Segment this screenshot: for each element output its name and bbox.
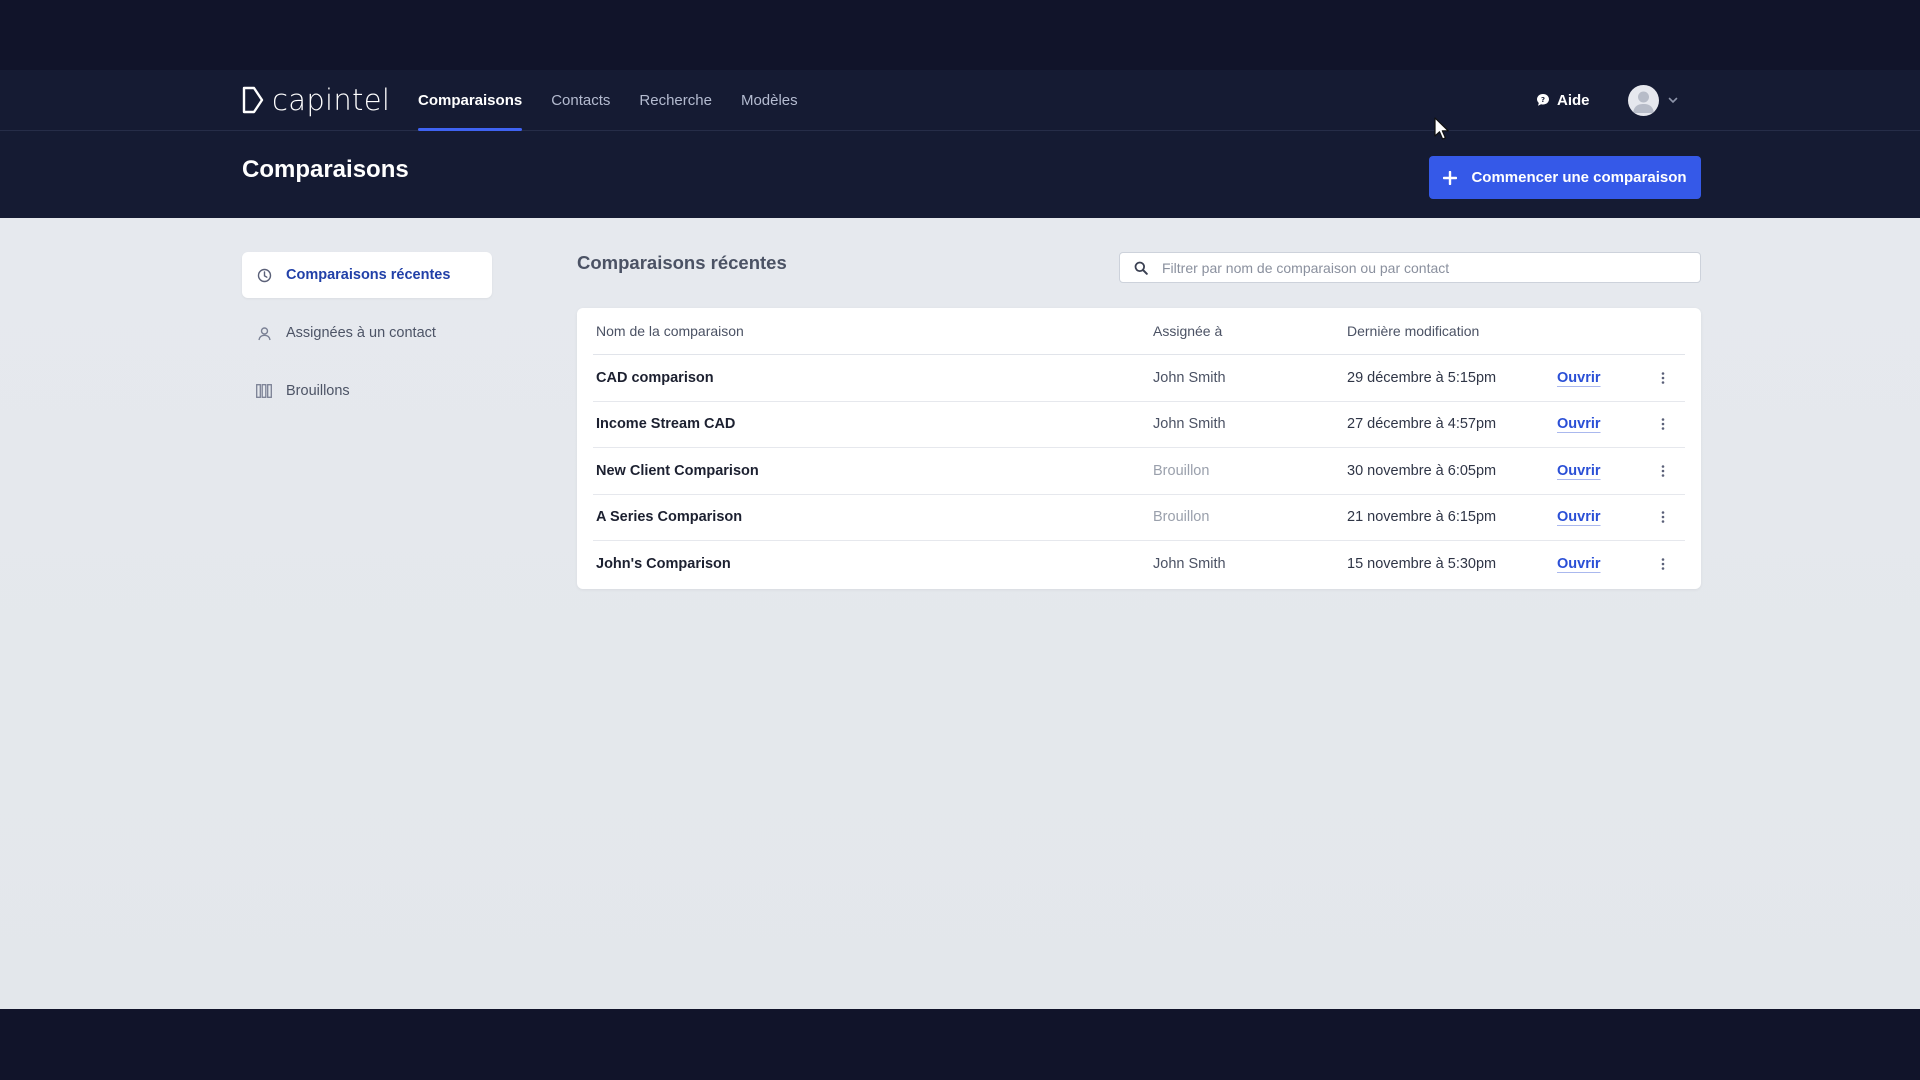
sidebar-item-recent[interactable]: Comparaisons récentes xyxy=(242,252,492,298)
column-header-name[interactable]: Nom de la comparaison xyxy=(593,323,1153,339)
avatar xyxy=(1628,84,1659,116)
sidebar-item-label: Brouillons xyxy=(286,383,350,399)
sidebar-item-drafts[interactable]: Brouillons xyxy=(242,368,492,414)
open-link[interactable]: Ouvrir xyxy=(1557,556,1601,572)
help-bubble-icon: ? xyxy=(1537,94,1549,106)
svg-text:?: ? xyxy=(1541,96,1545,104)
open-link[interactable]: Ouvrir xyxy=(1557,463,1601,479)
search-icon xyxy=(1134,261,1148,275)
page-header: Comparaisons Commencer une comparaison xyxy=(0,131,1920,218)
sidebar-item-label: Comparaisons récentes xyxy=(286,267,451,283)
comparison-name: Income Stream CAD xyxy=(596,416,736,433)
letterbox-bottom xyxy=(0,1009,1920,1080)
more-options-icon[interactable] xyxy=(1651,412,1675,436)
user-silhouette-icon xyxy=(1633,91,1654,113)
table-row[interactable]: New Client Comparison Brouillon 30 novem… xyxy=(593,448,1685,495)
assigned-to: Brouillon xyxy=(1153,462,1210,479)
table-header: Nom de la comparaison Assignée à Dernièr… xyxy=(593,308,1685,355)
last-modified: 27 décembre à 4:57pm xyxy=(1347,416,1497,433)
comparison-name: New Client Comparison xyxy=(596,462,759,479)
plus-icon xyxy=(1443,170,1458,185)
sidebar-item-label: Assignées à un contact xyxy=(286,325,436,341)
more-options-icon[interactable] xyxy=(1651,459,1675,483)
assigned-to: John Smith xyxy=(1153,556,1226,573)
assigned-to: John Smith xyxy=(1153,369,1226,386)
search-input[interactable] xyxy=(1162,259,1700,276)
last-modified: 15 novembre à 5:30pm xyxy=(1347,556,1497,573)
column-header-modified[interactable]: Dernière modification xyxy=(1347,323,1557,339)
nav-contacts[interactable]: Contacts xyxy=(551,70,610,131)
mouse-cursor-icon xyxy=(1434,117,1449,140)
content-area: Comparaisons récentes Assignées à un con… xyxy=(0,218,1920,1009)
page-title: Comparaisons xyxy=(242,156,409,183)
nav-comparaisons[interactable]: Comparaisons xyxy=(418,70,523,131)
brand-name: capintel xyxy=(272,83,391,117)
more-options-icon[interactable] xyxy=(1651,505,1675,529)
open-link[interactable]: Ouvrir xyxy=(1557,370,1601,386)
clock-icon xyxy=(256,267,272,283)
search-box xyxy=(1119,252,1701,283)
assigned-to: Brouillon xyxy=(1153,509,1210,526)
logo-mark-icon xyxy=(242,86,264,114)
table-row[interactable]: A Series Comparison Brouillon 21 novembr… xyxy=(593,495,1685,541)
help-label: Aide xyxy=(1557,91,1590,109)
brand-logo[interactable]: capintel xyxy=(242,83,391,117)
top-navigation: capintel Comparaisons Contacts Recherche… xyxy=(0,70,1920,131)
table-row[interactable]: CAD comparison John Smith 29 décembre à … xyxy=(593,355,1685,402)
user-icon xyxy=(256,325,272,341)
last-modified: 21 novembre à 6:15pm xyxy=(1347,509,1497,526)
last-modified: 29 décembre à 5:15pm xyxy=(1347,369,1497,386)
nav-recherche[interactable]: Recherche xyxy=(639,70,712,131)
section-title: Comparaisons récentes xyxy=(577,252,787,273)
nav-modeles[interactable]: Modèles xyxy=(741,70,798,131)
chevron-down-icon xyxy=(1668,97,1678,104)
start-comparison-button[interactable]: Commencer une comparaison xyxy=(1429,156,1701,199)
app-window: capintel Comparaisons Contacts Recherche… xyxy=(0,70,1920,1009)
sidebar-item-assigned[interactable]: Assignées à un contact xyxy=(242,310,492,356)
table-row[interactable]: Income Stream CAD John Smith 27 décembre… xyxy=(593,402,1685,448)
open-link[interactable]: Ouvrir xyxy=(1557,416,1601,432)
open-link[interactable]: Ouvrir xyxy=(1557,509,1601,525)
letterbox-top xyxy=(0,0,1920,70)
user-menu[interactable] xyxy=(1628,84,1679,116)
more-options-icon[interactable] xyxy=(1651,366,1675,390)
columns-icon xyxy=(256,383,272,399)
comparisons-table: Nom de la comparaison Assignée à Dernièr… xyxy=(577,308,1701,589)
sidebar: Comparaisons récentes Assignées à un con… xyxy=(242,252,492,426)
more-options-icon[interactable] xyxy=(1651,552,1675,576)
last-modified: 30 novembre à 6:05pm xyxy=(1347,462,1497,479)
comparison-name: CAD comparison xyxy=(596,369,714,386)
help-button[interactable]: ? Aide xyxy=(1536,88,1590,112)
start-comparison-label: Commencer une comparaison xyxy=(1471,169,1687,186)
column-header-assigned[interactable]: Assignée à xyxy=(1153,323,1347,339)
comparison-name: John's Comparison xyxy=(596,556,731,573)
comparison-name: A Series Comparison xyxy=(596,509,743,526)
main-nav: Comparaisons Contacts Recherche Modèles xyxy=(418,70,798,131)
table-row[interactable]: John's Comparison John Smith 15 novembre… xyxy=(593,541,1685,588)
assigned-to: John Smith xyxy=(1153,416,1226,433)
